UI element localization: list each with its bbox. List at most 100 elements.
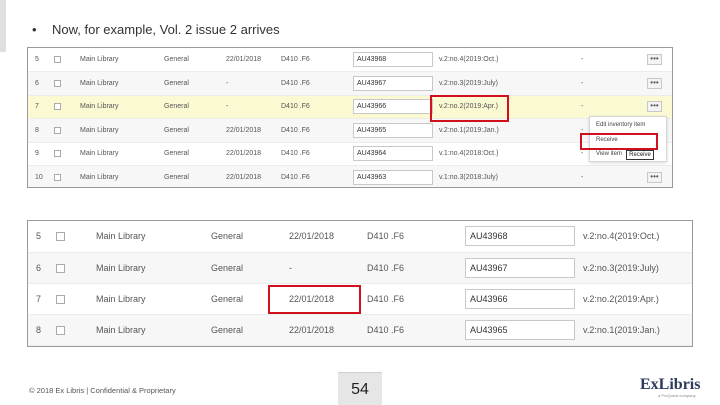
receive-tooltip: Receive [626,150,654,160]
barcode-input[interactable]: AU43968 [353,52,433,67]
ellipsis-icon[interactable]: ••• [647,77,662,89]
barcode-cell: AU43967 [465,252,583,284]
barcode-input[interactable]: AU43965 [465,319,575,340]
exlibris-logo: ExLibris a ProQuest company [640,376,700,400]
row-number: 5 [28,48,54,72]
date-text: 22/01/2018 [226,173,262,181]
row-checkbox-cell [56,314,96,346]
call-number-text: D410 .F6 [367,262,405,273]
barcode-input[interactable]: AU43963 [353,169,433,185]
row-number: 5 [28,221,56,253]
library-cell: Main Library [80,165,164,187]
library-text: Main Library [96,262,146,273]
library-text: Main Library [96,231,146,242]
description-cell: v.2:no.4(2019:Oct.) [583,221,692,253]
table-row: 5 Main Library General 22/01/2018 D410 .F6 AU… [28,48,672,72]
row-number-text: 8 [35,126,39,134]
extra-text: - [581,79,584,87]
table-row: 8 Main Library General 22/01/2018 D410 .F6 AU… [28,118,672,143]
checkbox-icon[interactable] [54,150,61,158]
library-cell: Main Library [96,283,211,315]
library-text: Main Library [96,324,146,335]
extra-text: - [581,173,584,181]
checkbox-icon[interactable] [56,294,65,304]
barcode-input[interactable]: AU43968 [465,226,575,247]
barcode-input[interactable]: AU43964 [353,146,433,162]
location-text: General [164,79,189,87]
checkbox-icon[interactable] [54,126,61,134]
slide-edge-bar [0,0,6,52]
library-cell: Main Library [80,48,164,72]
checkbox-icon[interactable] [56,325,65,335]
row-checkbox-cell [54,118,80,143]
call-number-cell: D410 .F6 [281,48,353,72]
call-number-cell: D410 .F6 [281,142,353,166]
checkbox-icon[interactable] [54,79,61,87]
barcode-cell: AU43966 [353,95,439,119]
call-number-text: D410 .F6 [281,173,310,181]
call-number-cell: D410 .F6 [281,71,353,96]
call-number-cell: D410 .F6 [281,118,353,143]
checkbox-icon[interactable] [56,232,65,242]
call-number-text: D410 .F6 [281,150,310,158]
row-number-text: 5 [36,231,42,242]
description-cell: v.1:no.4(2018:Oct.) [439,142,581,166]
location-text: General [211,262,244,273]
bullet-text: Now, for example, Vol. 2 issue 2 arrives [52,22,280,37]
barcode-cell: AU43964 [353,142,439,166]
extra-cell: - [581,95,647,119]
barcode-input[interactable]: AU43967 [353,75,433,91]
checkbox-icon[interactable] [54,173,61,181]
call-number-text: D410 .F6 [281,126,310,134]
extra-text: - [581,103,584,111]
table-row: 10 Main Library General 22/01/2018 D410 .F6 A… [28,165,672,187]
library-text: Main Library [80,150,119,158]
date-text: 22/01/2018 [289,231,335,242]
barcode-input[interactable]: AU43967 [465,257,575,278]
call-number-text: D410 .F6 [281,56,310,63]
library-text: Main Library [80,173,119,181]
checkbox-icon[interactable] [56,263,65,273]
menu-edit-inventory-item[interactable]: Edit inventory item [596,122,645,128]
date-cell: 22/01/2018 [226,142,281,166]
location-cell: General [164,165,226,187]
barcode-cell: AU43967 [353,71,439,96]
checkbox-icon[interactable] [54,55,61,63]
extra-cell: - [581,71,647,96]
library-cell: Main Library [96,252,211,284]
row-number-text: 8 [36,324,42,335]
items-table-large: 5 Main Library General 22/01/2018 D410 .F6 AU… [28,221,692,346]
library-cell: Main Library [80,118,164,143]
table-row: 8 Main Library General 22/01/2018 D410 .F6 AU… [28,314,692,346]
barcode-input[interactable]: AU43965 [353,122,433,138]
checkbox-icon[interactable] [54,103,61,111]
row-checkbox-cell [54,71,80,96]
row-number-text: 7 [35,103,39,111]
menu-view-item[interactable]: View item [596,151,622,157]
location-text: General [164,150,189,158]
date-cell: 22/01/2018 [289,221,367,253]
table-row: 7 Main Library General - D410 .F6 AU43966 v.2:… [28,95,672,119]
library-cell: Main Library [80,95,164,119]
footer-copyright: © 2018 Ex Libris | Confidential & Propri… [29,386,176,395]
library-text: Main Library [80,103,119,111]
description-text: v.2:no.1(2019:Jan.) [583,324,660,335]
logo-tagline: a ProQuest company [658,393,696,398]
highlight-box-description [430,95,509,122]
location-text: General [211,324,244,335]
location-text: General [164,103,189,111]
bullet-dot-icon: • [32,22,37,37]
ellipsis-icon[interactable]: ••• [647,101,662,113]
barcode-input[interactable]: AU43966 [465,288,575,309]
row-checkbox-cell [54,48,80,72]
logo-wordmark: ExLibris [640,376,701,393]
barcode-cell: AU43966 [465,283,583,315]
highlight-box-receive [580,133,658,150]
ellipsis-icon[interactable]: ••• [647,171,662,183]
ellipsis-icon[interactable]: ••• [647,54,662,65]
page-number: 54 [338,372,382,405]
row-number: 8 [28,118,54,143]
row-number-text: 7 [36,293,42,304]
barcode-input[interactable]: AU43966 [353,99,433,115]
extra-cell: - [581,165,647,187]
